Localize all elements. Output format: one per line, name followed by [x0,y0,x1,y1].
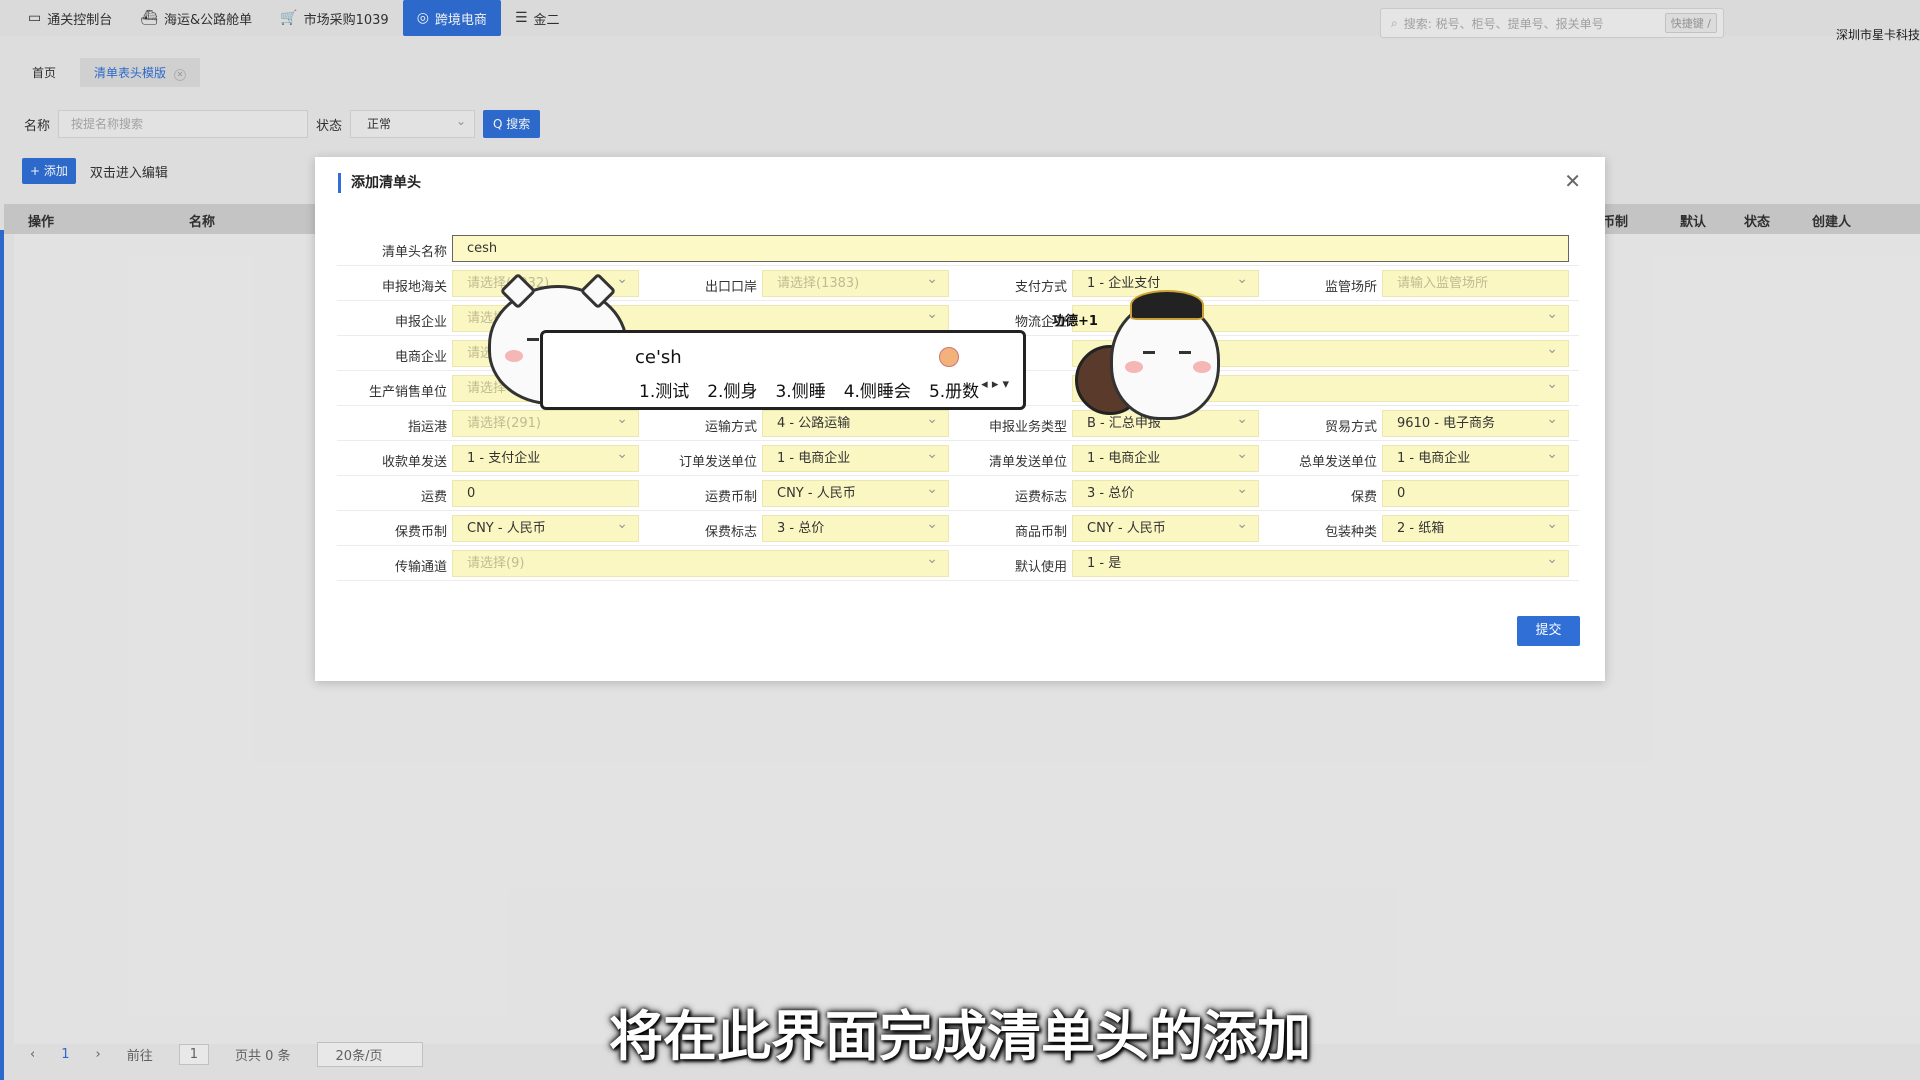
field-label: 生产销售单位 [368,385,447,400]
field-label: 保费 [1350,490,1377,505]
field-label: 清单发送单位 [988,455,1067,470]
field-label: 商品币制 [1014,525,1067,540]
form-row: 指运港请选择(291)运输方式4 - 公路运输申报业务类型B - 汇总申报贸易方… [337,406,1579,441]
form-row: 保费币制 CNY - 人民币 保费标志 3 - 总价 商品币制 CNY - 人民币 包装种类… [337,511,1579,546]
field-label: 运费标志 [1014,490,1067,505]
text-input[interactable]: 0 [452,480,639,507]
field-label: 运费币制 [704,490,757,505]
field-label: 物流企业 [1014,315,1067,330]
ime-composition: ce'sh [635,347,682,368]
field-label: 传输通道 [394,560,447,575]
cat-eye [1179,351,1191,354]
field-label: 指运港 [407,420,447,435]
field-label: 电商企业 [394,350,447,365]
ime-candidate[interactable]: 4.侧睡会 [844,377,911,402]
field-label: 申报地海关 [381,280,447,295]
select-dropdown[interactable]: 2 - 纸箱 [1382,515,1569,542]
cat-blush [1193,361,1211,373]
field-label: 订单发送单位 [678,455,757,470]
ime-candidates: 1.测试 2.侧身 3.侧睡 4.侧睡会 5.册数 [639,377,979,402]
cat-blush [1125,361,1143,373]
field-label: 保费币制 [394,525,447,540]
select-dropdown[interactable]: 4 - 公路运输 [762,410,949,437]
ime-candidate[interactable]: 2.侧身 [707,377,757,402]
field-label: 收款单发送 [381,455,447,470]
field-label: 包装种类 [1324,525,1377,540]
cat-eye [1143,351,1155,354]
merit-badge: 功德+1 [1052,314,1098,329]
cat-eye [527,338,539,341]
select-dropdown[interactable]: 3 - 总价 [762,515,949,542]
form-row: 传输通道请选择(9) 默认使用 1 - 是 [337,546,1579,581]
field-label: 保费标志 [704,525,757,540]
field-label: 总单发送单位 [1298,455,1377,470]
text-input[interactable]: 0 [1382,480,1569,507]
field-label: 运输方式 [704,420,757,435]
field-label: 默认使用 [1014,560,1067,575]
select-dropdown[interactable]: 1 - 是 [1072,550,1569,577]
cat-blush [505,350,523,362]
select-dropdown[interactable]: 3 - 总价 [1072,480,1259,507]
add-list-header-dialog: 添加清单头 ✕ 清单头名称 cesh 申报地海关请选择(1032)出口口岸请选择… [315,157,1605,681]
field-label: 贸易方式 [1324,420,1377,435]
select-dropdown[interactable]: 9610 - 电子商务 [1382,410,1569,437]
cat-hat [1130,290,1204,320]
field-label: 监管场所 [1324,280,1377,295]
select-dropdown[interactable]: 1 - 电商企业 [1382,445,1569,472]
ime-page-arrows[interactable]: ◂ ▸ ▾ [981,377,1009,392]
form-row: 收款单发送1 - 支付企业订单发送单位1 - 电商企业清单发送单位1 - 电商企… [337,441,1579,476]
select-dropdown[interactable]: 请选择(1383) [762,270,949,297]
form-row: 运费 0 运费币制 CNY - 人民币 运费标志 3 - 总价 保费 0 [337,476,1579,511]
select-dropdown[interactable]: 1 - 电商企业 [1072,445,1259,472]
submit-button[interactable]: 提交 [1517,616,1580,646]
video-subtitle: 将在此界面完成清单头的添加 [609,1005,1311,1068]
select-dropdown[interactable]: CNY - 人民币 [1072,515,1259,542]
field-label: 运费 [420,490,447,505]
select-dropdown[interactable]: 1 - 支付企业 [452,445,639,472]
ime-candidate[interactable]: 1.测试 [639,377,689,402]
form-row: 清单头名称 cesh [337,231,1579,266]
select-dropdown[interactable]: CNY - 人民币 [762,480,949,507]
list-header-name-label: 清单头名称 [381,245,447,260]
select-dropdown[interactable]: CNY - 人民币 [452,515,639,542]
ime-skin-icon [939,347,959,367]
field-label: 申报业务类型 [988,420,1067,435]
select-dropdown[interactable]: 1 - 电商企业 [762,445,949,472]
list-header-name-input[interactable]: cesh [452,235,1569,262]
ime-candidate-window: ce'sh 1.测试 2.侧身 3.侧睡 4.侧睡会 5.册数 ◂ ▸ ▾ [540,330,1026,410]
close-icon[interactable]: ✕ [1564,169,1581,193]
dialog-title: 添加清单头 [338,173,421,193]
field-label: 申报企业 [394,315,447,330]
ime-candidate[interactable]: 3.侧睡 [775,377,825,402]
select-dropdown[interactable]: 请选择(9) [452,550,949,577]
text-input[interactable]: 请输入监管场所 [1382,270,1569,297]
select-dropdown[interactable]: 请选择(291) [452,410,639,437]
field-label: 出口口岸 [704,280,757,295]
ime-candidate[interactable]: 5.册数 [929,377,979,402]
field-label: 支付方式 [1014,280,1067,295]
